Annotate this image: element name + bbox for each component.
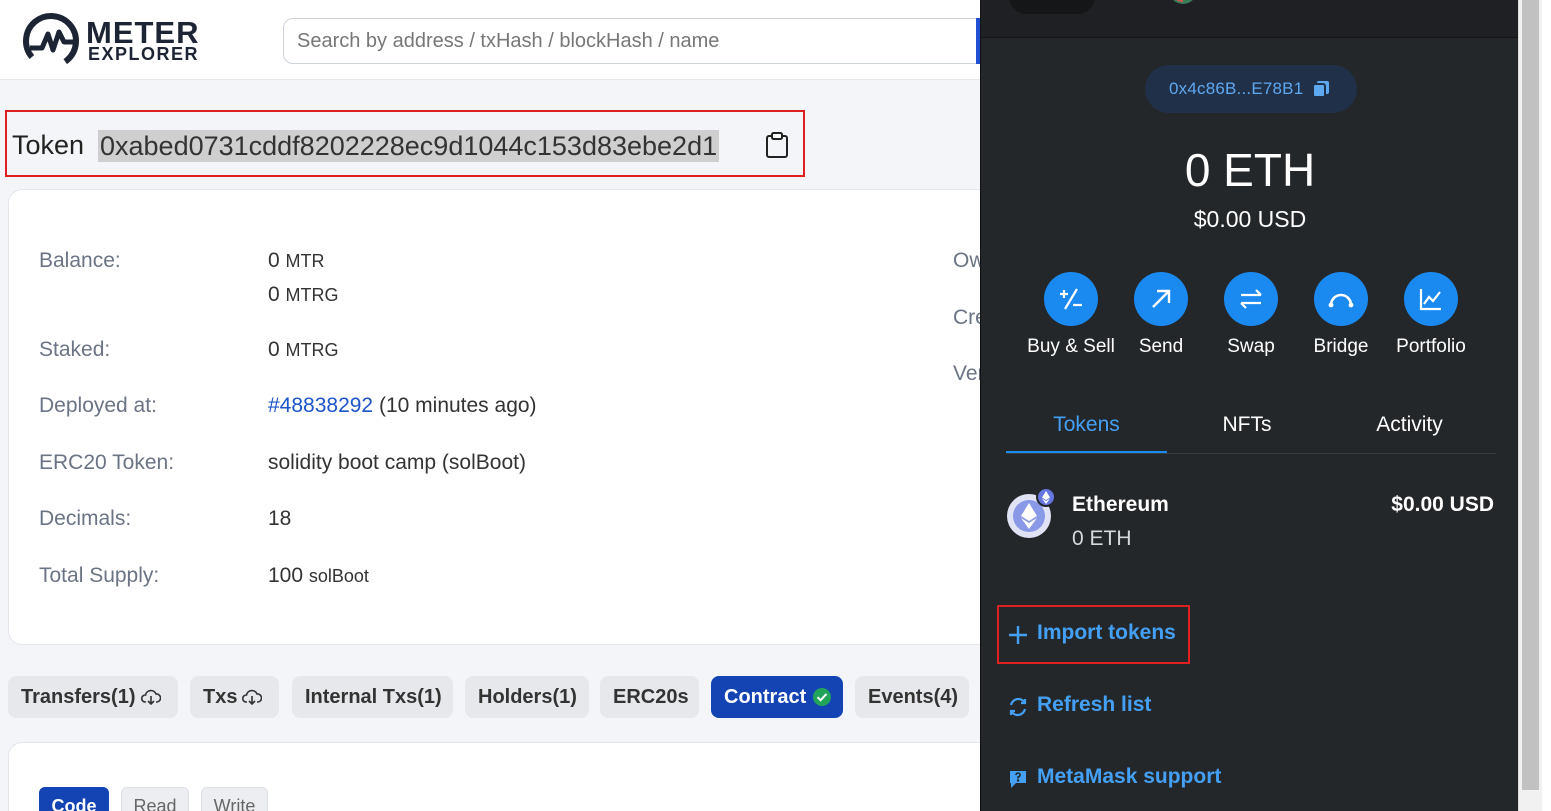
tab-activity[interactable]: Activity xyxy=(1327,410,1492,454)
subtab-code[interactable]: Code xyxy=(39,787,109,811)
token-title-highlight: Token 0xabed0731cddf8202228ec9d1044c153d… xyxy=(5,110,805,177)
verified-check-icon xyxy=(813,688,831,706)
contract-card: Code Read Write xyxy=(8,742,1008,811)
deployed-value: #48838292 (10 minutes ago) xyxy=(268,394,537,417)
plus-minus-icon xyxy=(1060,288,1082,310)
swap-arrows-icon xyxy=(1240,289,1262,309)
tab-divider xyxy=(1006,453,1496,454)
asset-name[interactable]: Ethereum xyxy=(1072,493,1169,517)
account-address-pill[interactable]: 0x4c86B...E78B1 xyxy=(1145,65,1357,113)
popup-scrollbar[interactable] xyxy=(1518,0,1542,811)
send-circle[interactable] xyxy=(1134,272,1188,326)
deployed-block-link[interactable]: #48838292 xyxy=(268,394,373,417)
cloud-download-icon[interactable] xyxy=(242,688,262,706)
account-address: 0x4c86B...E78B1 xyxy=(1169,79,1304,98)
tab-tokens[interactable]: Tokens xyxy=(1006,410,1167,454)
meter-logo-icon xyxy=(23,13,79,69)
scrollbar-thumb[interactable] xyxy=(1522,0,1539,790)
portfolio-label: Portfolio xyxy=(1396,336,1466,357)
tab-erc20s[interactable]: ERC20s xyxy=(600,676,699,718)
bridge-label: Bridge xyxy=(1313,336,1369,357)
chart-icon xyxy=(1419,289,1441,311)
portfolio-circle[interactable] xyxy=(1404,272,1458,326)
bridge-circle[interactable] xyxy=(1314,272,1368,326)
arrow-up-right-icon xyxy=(1152,289,1171,308)
account-avatar-icon[interactable] xyxy=(1167,0,1199,6)
balance-mtr: 0 MTR xyxy=(268,249,325,272)
balance-label: Balance: xyxy=(39,249,121,272)
subtab-write[interactable]: Write xyxy=(201,787,268,811)
bridge-button[interactable]: Bridge xyxy=(1291,272,1391,364)
page-edge-strip xyxy=(1542,0,1551,811)
staked-label: Staked: xyxy=(39,338,111,361)
import-tokens-label: Import tokens xyxy=(1037,621,1176,644)
plus-icon xyxy=(1009,626,1027,644)
tab-holders[interactable]: Holders(1) xyxy=(465,676,589,718)
copy-icon[interactable] xyxy=(1311,79,1331,99)
swap-label: Swap xyxy=(1227,336,1275,357)
erc20-label: ERC20 Token: xyxy=(39,451,175,474)
logo-text-explorer: EXPLORER xyxy=(88,44,200,64)
swap-circle[interactable] xyxy=(1224,272,1278,326)
total-supply-label: Total Supply: xyxy=(39,564,160,587)
token-details-card: Balance: 0 MTR 0 MTRG Staked: 0 MTRG Dep… xyxy=(8,189,1008,645)
ethereum-icon[interactable] xyxy=(1006,489,1056,539)
deployed-label: Deployed at: xyxy=(39,394,157,417)
swap-button[interactable]: Swap xyxy=(1201,272,1301,364)
buy-sell-label: Buy & Sell xyxy=(1027,336,1115,357)
cloud-download-icon[interactable] xyxy=(141,688,161,706)
meter-explorer-logo[interactable]: METER EXPLORER xyxy=(22,12,212,70)
send-label: Send xyxy=(1138,336,1184,357)
network-selector[interactable] xyxy=(1009,0,1095,14)
usd-balance: $0.00 USD xyxy=(1193,206,1307,232)
token-address: 0xabed0731cddf8202228ec9d1044c153d83ebe2… xyxy=(98,130,720,162)
buy-sell-button[interactable]: Buy & Sell xyxy=(1021,272,1121,364)
balance-mtrg: 0 MTRG xyxy=(268,283,339,306)
asset-usd-value: $0.00 USD xyxy=(1391,493,1494,516)
bridge-icon xyxy=(1328,293,1354,308)
clipboard-icon[interactable] xyxy=(765,132,789,159)
tab-contract[interactable]: Contract xyxy=(711,676,843,718)
metamask-popup: 0x4c86B...E78B1 0 ETH $0.00 USD Buy & Se… xyxy=(980,0,1519,811)
decimals-value: 18 xyxy=(268,507,292,530)
search-input[interactable] xyxy=(283,18,983,64)
erc20-value: solidity boot camp (solBoot) xyxy=(268,451,526,474)
metamask-support-label: MetaMask support xyxy=(1037,765,1222,788)
tab-nfts[interactable]: NFTs xyxy=(1167,410,1327,454)
support-chat-icon xyxy=(1010,771,1026,788)
buy-sell-circle[interactable] xyxy=(1044,272,1098,326)
refresh-icon xyxy=(1009,697,1027,717)
metamask-header xyxy=(981,0,1519,38)
tab-events[interactable]: Events(4) xyxy=(855,676,969,718)
asset-amount: 0 ETH xyxy=(1072,527,1132,550)
refresh-list-label: Refresh list xyxy=(1037,693,1152,716)
tab-internal-txs[interactable]: Internal Txs(1) xyxy=(292,676,453,718)
token-label: Token xyxy=(12,130,85,160)
portfolio-button[interactable]: Portfolio xyxy=(1381,272,1481,364)
send-button[interactable]: Send xyxy=(1111,272,1211,364)
tab-txs[interactable]: Txs xyxy=(190,676,279,718)
total-supply-value: 100 solBoot xyxy=(268,564,369,587)
tab-transfers[interactable]: Transfers(1) xyxy=(8,676,178,718)
decimals-label: Decimals: xyxy=(39,507,132,530)
subtab-read[interactable]: Read xyxy=(121,787,189,811)
staked-value: 0 MTRG xyxy=(268,338,339,361)
eth-balance: 0 ETH xyxy=(1184,144,1316,196)
